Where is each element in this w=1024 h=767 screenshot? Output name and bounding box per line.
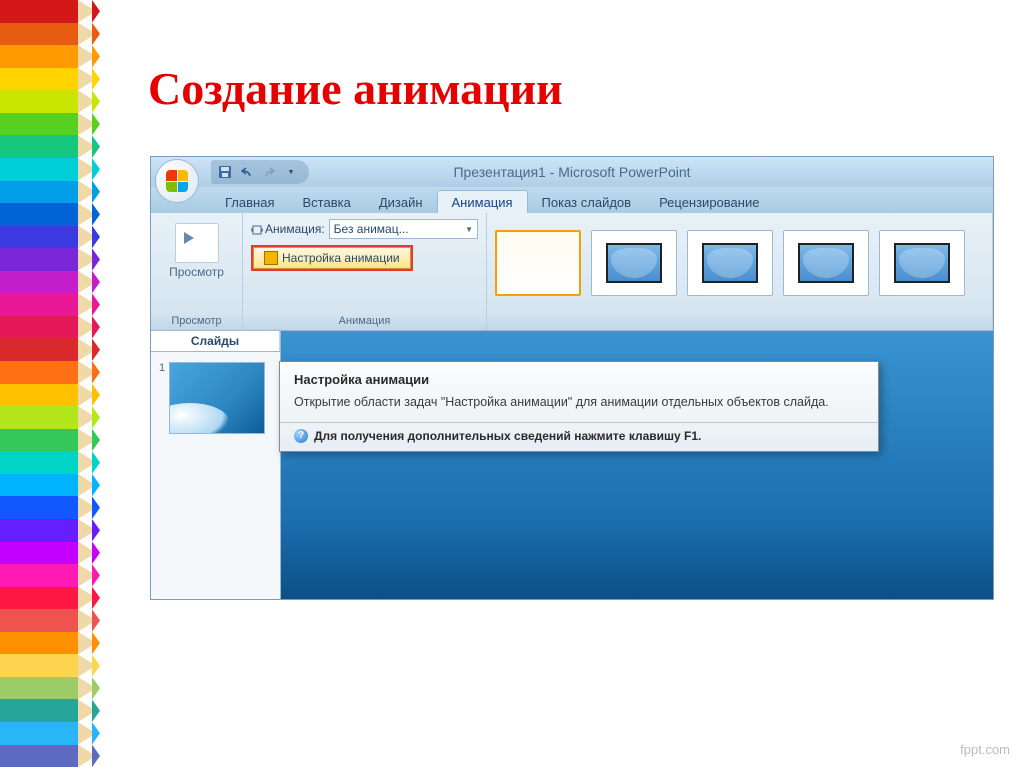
ribbon-group-animation: Анимация: Без анимац... ▼ Настройка аним… — [243, 213, 487, 330]
transition-none[interactable] — [495, 230, 581, 296]
custom-animation-label: Настройка анимации — [282, 251, 400, 265]
slides-tab[interactable]: Слайды — [151, 331, 280, 351]
tooltip-body: Открытие области задач "Настройка анимац… — [294, 393, 864, 412]
transition-item[interactable] — [783, 230, 869, 296]
custom-animation-icon — [264, 251, 278, 265]
tab-вставка[interactable]: Вставка — [288, 191, 364, 213]
animation-label: Анимация: — [265, 222, 325, 236]
pencil-border — [0, 0, 100, 767]
group-label-animation: Анимация — [251, 314, 478, 328]
tab-рецензирование[interactable]: Рецензирование — [645, 191, 773, 213]
slide-number: 1 — [159, 362, 165, 374]
tooltip-title: Настройка анимации — [294, 372, 864, 387]
tab-главная[interactable]: Главная — [211, 191, 288, 213]
tab-анимация[interactable]: Анимация — [437, 190, 528, 213]
tab-дизайн[interactable]: Дизайн — [365, 191, 437, 213]
transition-item[interactable] — [687, 230, 773, 296]
office-button[interactable] — [155, 159, 199, 203]
tab-показ слайдов[interactable]: Показ слайдов — [528, 191, 646, 213]
office-logo-icon — [166, 170, 188, 192]
transition-item[interactable] — [591, 230, 677, 296]
slides-pane: Слайды 1 — [151, 331, 281, 600]
qat-dropdown-icon[interactable]: ▼ — [281, 162, 301, 182]
help-icon: ? — [294, 429, 308, 443]
transitions-gallery — [495, 223, 984, 303]
powerpoint-window: ▼ Презентация1 - Microsoft PowerPoint Гл… — [150, 156, 994, 600]
ribbon-group-transitions — [487, 213, 993, 330]
ribbon-tabs: ГлавнаяВставкаДизайнАнимацияПоказ слайдо… — [151, 187, 993, 213]
preview-icon[interactable] — [175, 223, 219, 263]
ribbon: Просмотр Просмотр Анимация: Без анимац..… — [151, 213, 993, 331]
redo-icon[interactable] — [259, 162, 279, 182]
custom-animation-button[interactable]: Настройка анимации — [251, 245, 413, 271]
animation-dropdown-value: Без анимац... — [334, 222, 409, 236]
transition-item[interactable] — [879, 230, 965, 296]
chevron-down-icon: ▼ — [465, 225, 473, 234]
quick-access-toolbar: ▼ — [211, 160, 309, 184]
tooltip: Настройка анимации Открытие области зада… — [279, 361, 879, 452]
animation-dropdown[interactable]: Без анимац... ▼ — [329, 219, 478, 239]
watermark: fppt.com — [960, 742, 1010, 757]
tooltip-help-text: Для получения дополнительных сведений на… — [314, 429, 701, 443]
ribbon-group-preview: Просмотр Просмотр — [151, 213, 243, 330]
titlebar: ▼ Презентация1 - Microsoft PowerPoint — [151, 157, 993, 187]
save-icon[interactable] — [215, 162, 235, 182]
preview-button[interactable]: Просмотр — [169, 265, 224, 279]
undo-icon[interactable] — [237, 162, 257, 182]
page-title: Создание анимации — [148, 62, 563, 115]
resize-icon — [251, 224, 261, 234]
slide-thumbnail[interactable] — [169, 362, 265, 434]
group-label-preview: Просмотр — [171, 314, 221, 328]
